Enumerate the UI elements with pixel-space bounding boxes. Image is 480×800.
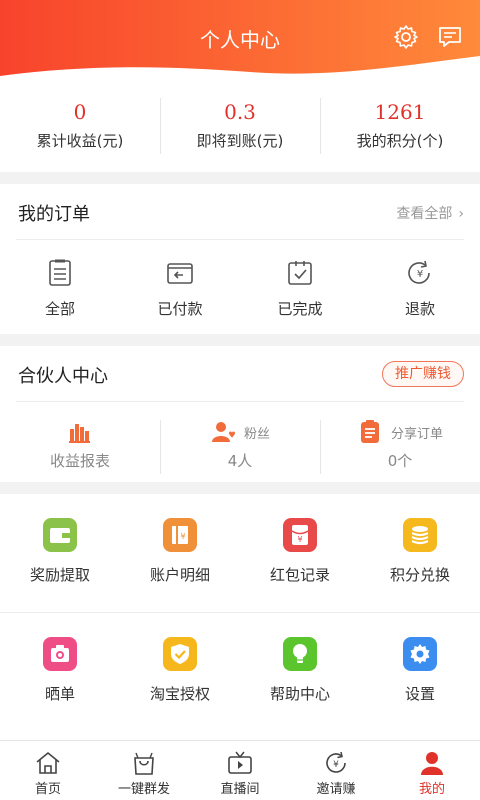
red-envelope-icon: ¥ <box>283 518 317 552</box>
refund-icon: ¥ <box>408 260 430 284</box>
invite-earn-icon: ¥ <box>326 751 346 773</box>
bulb-icon <box>283 637 317 671</box>
shopping-bag-icon <box>134 752 154 775</box>
orders-title: 我的订单 <box>18 204 90 225</box>
settings-label: 设置 <box>404 685 435 703</box>
tab-label: 邀请赚 <box>316 782 356 797</box>
order-all-label: 全部 <box>44 300 75 318</box>
svg-text:¥: ¥ <box>297 535 302 544</box>
stat-total-earnings[interactable]: 0 累计收益(元) <box>0 80 160 172</box>
header: 个人中心 <box>0 0 480 80</box>
tab-label: 我的 <box>418 782 445 797</box>
stat-label: 累计收益(元) <box>36 132 124 150</box>
order-done-label: 已完成 <box>277 300 323 318</box>
order-refund-button[interactable]: ¥ 退款 <box>360 258 480 319</box>
order-paid-label: 已付款 <box>157 300 203 318</box>
orders-header: 我的订单 查看全部 › <box>16 184 464 240</box>
view-all-label: 查看全部 <box>396 206 453 222</box>
ledger-icon: ¥ <box>163 518 197 552</box>
account-details-label: 账户明细 <box>149 566 210 584</box>
order-paid-button[interactable]: 已付款 <box>120 258 240 319</box>
tab-live[interactable]: 直播间 <box>192 741 288 800</box>
stat-value: 0.3 <box>224 100 256 124</box>
settings-button[interactable]: 设置 <box>360 613 480 730</box>
settings-gear-icon[interactable] <box>393 24 419 50</box>
tab-home[interactable]: 首页 <box>0 741 96 800</box>
bar-chart-icon <box>69 424 90 443</box>
promote-earn-button[interactable]: 推广赚钱 <box>382 361 464 387</box>
stat-value: 0 <box>73 100 87 124</box>
stats-panel: 0 累计收益(元) 0.3 即将到账(元) 1261 我的积分(个) <box>0 80 480 172</box>
message-icon[interactable] <box>437 24 463 50</box>
tab-mine[interactable]: 我的 <box>384 741 480 800</box>
partner-header: 合伙人中心 推广赚钱 <box>16 346 464 402</box>
stat-points[interactable]: 1261 我的积分(个) <box>320 80 480 172</box>
points-exchange-button[interactable]: 积分兑换 <box>360 494 480 612</box>
settings-icon <box>403 637 437 671</box>
feature-grid: 奖励提取 ¥ 账户明细 ¥ 红包记录 积分兑换 晒单 淘宝授权 帮助中心 设置 <box>0 494 480 740</box>
fans-button[interactable]: 粉丝 4人 <box>160 418 320 474</box>
help-center-label: 帮助中心 <box>269 685 330 703</box>
tab-label: 直播间 <box>220 782 260 797</box>
help-center-button[interactable]: 帮助中心 <box>240 613 360 730</box>
account-details-button[interactable]: ¥ 账户明细 <box>120 494 240 612</box>
earnings-report-button[interactable]: 收益报表 <box>0 418 160 474</box>
red-envelope-label: 红包记录 <box>269 566 330 584</box>
svg-text:¥: ¥ <box>180 532 185 541</box>
stat-value: 1261 <box>374 100 426 124</box>
tab-broadcast[interactable]: 一键群发 <box>96 741 192 800</box>
share-orders-value: 0个 <box>387 452 413 470</box>
earnings-report-label: 收益报表 <box>49 452 110 470</box>
partner-card: 合伙人中心 推广赚钱 收益报表 粉丝 4人 分享订单 0个 <box>0 346 480 482</box>
stat-label: 即将到账(元) <box>196 132 284 150</box>
taobao-auth-label: 淘宝授权 <box>149 685 210 703</box>
orders-card: 我的订单 查看全部 › 全部 已付款 已完成 ¥ 退款 <box>0 184 480 334</box>
red-envelope-button[interactable]: ¥ 红包记录 <box>240 494 360 612</box>
share-orders-button[interactable]: 分享订单 0个 <box>320 418 480 474</box>
stat-pending[interactable]: 0.3 即将到账(元) <box>160 80 320 172</box>
order-all-button[interactable]: 全部 <box>0 258 120 319</box>
view-all-orders-link[interactable]: 查看全部 › <box>396 203 464 223</box>
fans-label: 粉丝 <box>243 426 270 442</box>
home-icon <box>36 751 60 774</box>
wallet-icon <box>43 518 77 552</box>
stat-label: 我的积分(个) <box>356 132 444 150</box>
shield-icon <box>163 637 197 671</box>
reward-withdraw-button[interactable]: 奖励提取 <box>0 494 120 612</box>
chevron-right-icon: › <box>458 206 464 222</box>
paid-icon <box>167 263 193 284</box>
clipboard-icon <box>360 420 379 443</box>
order-refund-label: 退款 <box>404 300 435 318</box>
tab-label: 一键群发 <box>117 782 170 797</box>
camera-icon <box>43 637 77 671</box>
points-exchange-label: 积分兑换 <box>389 566 450 584</box>
bottom-tab-bar: 首页 一键群发 直播间 ¥ 邀请赚 我的 <box>0 740 480 800</box>
coins-icon <box>403 518 437 552</box>
svg-text:¥: ¥ <box>333 760 339 770</box>
partner-title: 合伙人中心 <box>18 366 108 387</box>
tab-invite[interactable]: ¥ 邀请赚 <box>288 741 384 800</box>
svg-text:¥: ¥ <box>417 269 423 280</box>
share-orders-label: 分享订单 <box>390 426 443 442</box>
show-order-label: 晒单 <box>44 685 75 703</box>
list-icon <box>49 259 71 286</box>
order-done-button[interactable]: 已完成 <box>240 258 360 319</box>
tab-label: 首页 <box>34 782 61 797</box>
show-order-button[interactable]: 晒单 <box>0 613 120 730</box>
fans-value: 4人 <box>227 452 253 470</box>
reward-withdraw-label: 奖励提取 <box>29 566 90 584</box>
tv-icon <box>228 751 252 774</box>
taobao-auth-button[interactable]: 淘宝授权 <box>120 613 240 730</box>
user-icon <box>421 752 443 775</box>
done-icon <box>288 261 312 285</box>
fans-icon <box>211 422 235 442</box>
